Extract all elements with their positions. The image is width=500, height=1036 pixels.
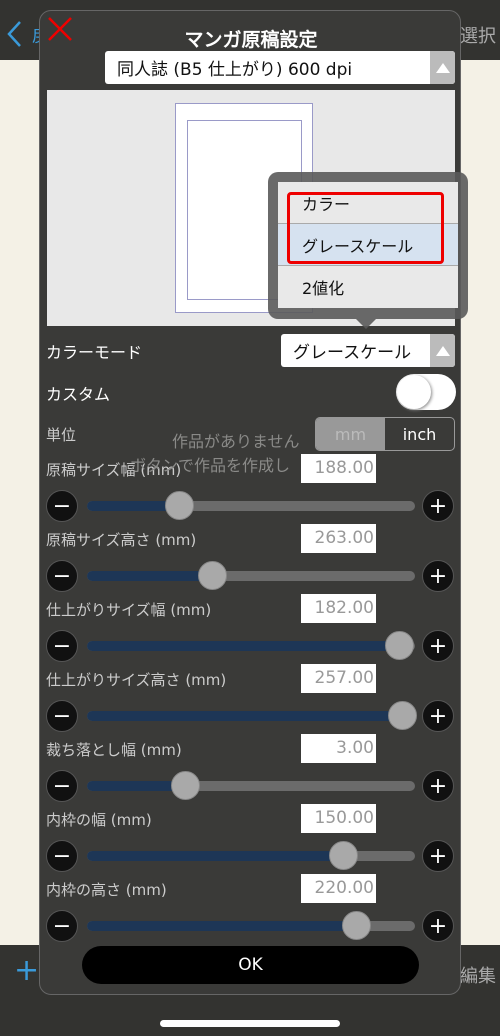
decrement-button[interactable]: − (46, 770, 78, 802)
color-mode-select[interactable]: グレースケール (281, 334, 455, 367)
plus-icon: + (428, 563, 448, 589)
custom-label: カスタム (46, 385, 111, 404)
field-value-input[interactable]: 263.00 (301, 524, 376, 553)
option-monochrome[interactable]: 2値化 (278, 266, 458, 308)
custom-toggle[interactable] (396, 374, 456, 410)
plus-icon: + (428, 703, 448, 729)
minus-icon: − (52, 493, 72, 519)
add-icon[interactable]: + (14, 953, 39, 988)
slider-thumb[interactable] (384, 631, 414, 660)
minus-icon: − (52, 563, 72, 589)
increment-button[interactable]: + (422, 840, 454, 872)
unit-label: 単位 (46, 426, 77, 444)
slider-fill (87, 641, 399, 651)
slider-thumb[interactable] (171, 771, 201, 800)
dialog-title: マンガ原稿設定 (184, 29, 318, 51)
field-value-input[interactable]: 150.00 (301, 804, 376, 833)
minus-icon: − (52, 633, 72, 659)
color-mode-value: グレースケール (293, 343, 412, 363)
field-slider[interactable] (87, 631, 415, 660)
field-label: 仕上がりサイズ幅 (mm) (46, 601, 212, 619)
decrement-button[interactable]: − (46, 910, 78, 942)
field-slider[interactable] (87, 841, 415, 870)
minus-icon: − (52, 773, 72, 799)
slider-thumb[interactable] (387, 701, 417, 730)
ok-button[interactable]: OK (82, 946, 419, 984)
field-label: 内枠の幅 (mm) (46, 811, 152, 829)
unit-mm-button[interactable]: mm (316, 418, 385, 450)
plus-icon: + (428, 773, 448, 799)
field-value-input[interactable]: 257.00 (301, 664, 376, 693)
increment-button[interactable]: + (422, 630, 454, 662)
back-chevron-icon[interactable] (6, 20, 22, 48)
decrement-button[interactable]: − (46, 840, 78, 872)
field-value-input[interactable]: 3.00 (301, 734, 376, 763)
decrement-button[interactable]: − (46, 700, 78, 732)
unit-segmented-control: mm inch (315, 417, 455, 451)
increment-button[interactable]: + (422, 770, 454, 802)
manga-settings-dialog: マンガ原稿設定 同人誌 (B5 仕上がり) 600 dpi カラーモード グレー… (39, 10, 468, 995)
slider-fill (87, 571, 212, 581)
minus-icon: − (52, 703, 72, 729)
decrement-button[interactable]: − (46, 490, 78, 522)
preset-select[interactable]: 同人誌 (B5 仕上がり) 600 dpi (105, 51, 455, 84)
field-label: 原稿サイズ高さ (mm) (46, 531, 197, 549)
field-slider[interactable] (87, 491, 415, 520)
field-slider[interactable] (87, 561, 415, 590)
home-indicator (160, 1020, 340, 1027)
field-value-input[interactable]: 220.00 (301, 874, 376, 903)
decrement-button[interactable]: − (46, 560, 78, 592)
popover-arrow (356, 319, 376, 329)
decrement-button[interactable]: − (46, 630, 78, 662)
field-slider[interactable] (87, 771, 415, 800)
increment-button[interactable]: + (422, 910, 454, 942)
minus-icon: − (52, 843, 72, 869)
increment-button[interactable]: + (422, 490, 454, 522)
minus-icon: − (52, 913, 72, 939)
plus-icon: + (428, 493, 448, 519)
color-mode-dropdown-button[interactable] (430, 334, 455, 367)
color-mode-label: カラーモード (46, 343, 143, 362)
toggle-knob (397, 375, 431, 409)
slider-thumb[interactable] (341, 911, 371, 940)
slider-fill (87, 851, 343, 861)
plus-icon: + (428, 633, 448, 659)
field-value-input[interactable]: 188.00 (301, 454, 376, 483)
triangle-up-icon (435, 62, 450, 73)
slider-thumb[interactable] (164, 491, 194, 520)
increment-button[interactable]: + (422, 700, 454, 732)
field-label: 仕上がりサイズ高さ (mm) (46, 671, 227, 689)
increment-button[interactable]: + (422, 560, 454, 592)
edit-button[interactable]: 編集 (460, 962, 496, 988)
field-value-input[interactable]: 182.00 (301, 594, 376, 623)
slider-thumb[interactable] (197, 561, 227, 590)
triangle-up-icon (435, 345, 450, 356)
field-slider[interactable] (87, 911, 415, 940)
preset-value: 同人誌 (B5 仕上がり) 600 dpi (117, 60, 353, 80)
slider-fill (87, 711, 402, 721)
highlight-box (287, 192, 444, 264)
slider-thumb[interactable] (328, 841, 358, 870)
slider-fill (87, 921, 356, 931)
field-label: 内枠の高さ (mm) (46, 881, 167, 899)
plus-icon: + (428, 843, 448, 869)
field-label: 原稿サイズ幅 (mm) (46, 461, 182, 479)
color-mode-popover: カラー グレースケール 2値化 (268, 172, 468, 329)
select-button[interactable]: 選択 (460, 22, 496, 48)
field-slider[interactable] (87, 701, 417, 730)
preset-dropdown-button[interactable] (430, 51, 455, 84)
plus-icon: + (428, 913, 448, 939)
unit-inch-button[interactable]: inch (385, 418, 454, 450)
field-label: 裁ち落とし幅 (mm) (46, 741, 182, 759)
